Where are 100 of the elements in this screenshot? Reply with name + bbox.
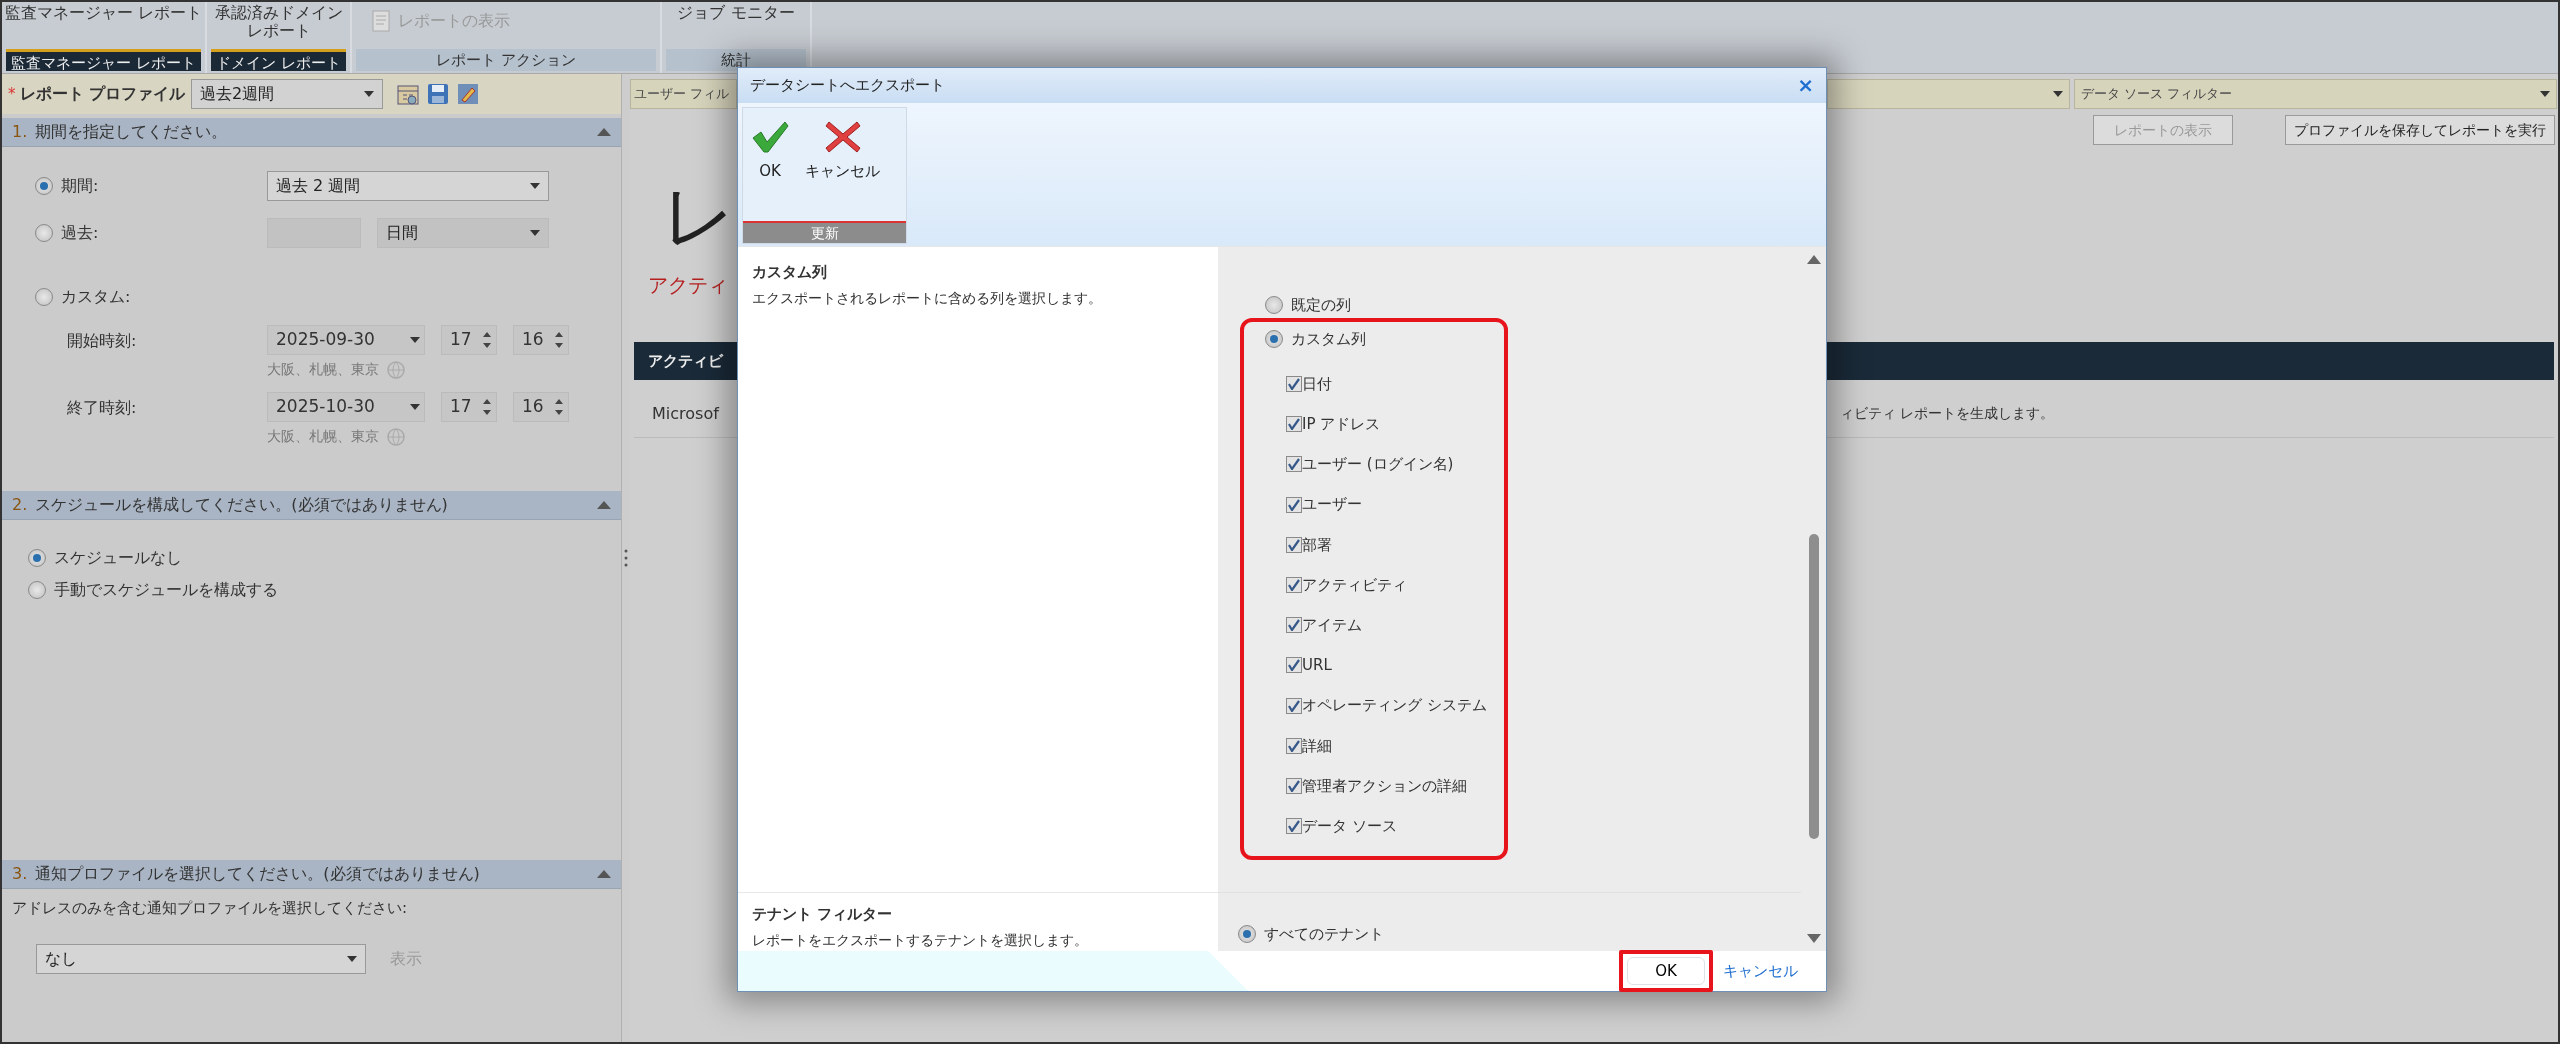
ribbon-group-label: 統計	[666, 49, 806, 71]
close-button[interactable]: ×	[1797, 70, 1814, 101]
date-picker[interactable]: 2025-09-30	[267, 325, 425, 355]
section-header[interactable]: 3. 通知プロファイルを選択してください。(必須ではありません)	[2, 860, 621, 889]
profile-select[interactable]: 過去2週間	[191, 79, 384, 109]
checkbox[interactable]	[1286, 818, 1302, 835]
radio-button[interactable]	[1238, 925, 1256, 944]
ribbon-button[interactable]: ジョブ モニター	[677, 4, 795, 23]
globe-icon	[385, 426, 407, 447]
radio-button[interactable]	[35, 224, 53, 242]
ribbon-group-label: 監査マネージャー レポート	[6, 49, 201, 71]
save-icon[interactable]	[427, 83, 450, 105]
ribbon-button[interactable]: 監査マネージャー レポート	[4, 4, 203, 23]
checkbox-label: 管理者アクションの詳細	[1302, 775, 1467, 797]
dialog-title: データシートへエクスポート	[750, 75, 945, 97]
section-number: 1.	[12, 121, 28, 143]
section-description: エクスポートされるレポートに含める列を選択します。	[752, 288, 1103, 308]
checkbox-label: 部署	[1302, 534, 1332, 556]
checkbox-label: アクティビティ	[1302, 574, 1407, 596]
toolbar-button[interactable]: OK	[743, 115, 797, 187]
radio-label: スケジュールなし	[54, 547, 182, 569]
radio-button[interactable]	[35, 177, 53, 195]
checkbox-label: オペレーティング システム	[1302, 695, 1487, 717]
section-header[interactable]: 2. スケジュールを構成してください。(必須ではありません)	[2, 491, 621, 520]
checkbox-label: データ ソース	[1302, 815, 1397, 837]
section-number: 2.	[12, 494, 28, 516]
section-title: 通知プロファイルを選択してください。(必須ではありません)	[35, 863, 481, 885]
radio-button[interactable]	[1265, 296, 1283, 314]
checkbox[interactable]	[1286, 617, 1302, 634]
time-label: 開始時刻:	[66, 330, 138, 352]
date-picker[interactable]: 2025-10-30	[267, 392, 425, 422]
checkbox-label: ユーザー	[1302, 494, 1362, 516]
radio-button[interactable]	[28, 549, 46, 567]
hour-field[interactable]: 17	[441, 392, 497, 422]
checkbox[interactable]	[1286, 496, 1302, 513]
checkmark-icon	[1288, 619, 1300, 632]
edit-icon[interactable]	[457, 83, 480, 105]
checkmark-icon	[1288, 699, 1300, 712]
minute-field[interactable]: 16	[513, 392, 569, 422]
checkmark-icon	[1288, 498, 1300, 511]
filter-field[interactable]: データ ソース フィルター	[2074, 78, 2557, 109]
checkbox-label: 日付	[1302, 373, 1332, 395]
checkbox[interactable]	[1286, 697, 1302, 714]
collapse-arrow-icon[interactable]	[597, 870, 611, 878]
radio-label: 手動でスケジュールを構成する	[54, 579, 278, 601]
section-title: カスタム列	[752, 262, 828, 283]
section-header[interactable]: 1. 期間を指定してください。	[2, 118, 621, 147]
collapse-arrow-icon[interactable]	[597, 128, 611, 136]
caret-icon	[530, 183, 540, 189]
radio-button[interactable]	[1265, 330, 1283, 348]
timezone-label: 大阪、札幌、東京	[267, 360, 379, 379]
filter-field[interactable]: ユーザー フィル	[630, 78, 737, 109]
checkbox[interactable]	[1286, 416, 1302, 433]
checkbox[interactable]	[1286, 456, 1302, 473]
action-button[interactable]: プロファイルを保存してレポートを実行	[2285, 115, 2555, 145]
section-title: テナント フィルター	[752, 904, 894, 925]
caret-icon	[347, 955, 357, 962]
checkbox[interactable]	[1286, 737, 1302, 754]
splitter-grip-icon[interactable]	[624, 548, 628, 568]
period-select[interactable]: 過去 2 週間	[267, 171, 549, 201]
unit-select[interactable]: 日間	[377, 218, 549, 248]
checkmark-icon	[1288, 739, 1300, 752]
checkbox-label: ユーザー (ログイン名)	[1302, 454, 1454, 476]
radio-button[interactable]	[28, 581, 46, 599]
description-text: ィビティ レポートを生成します。	[1840, 404, 2055, 423]
globe-icon	[385, 359, 407, 380]
checkbox[interactable]	[1286, 657, 1302, 674]
notification-select[interactable]: なし	[36, 943, 366, 974]
document-icon	[372, 10, 390, 32]
minute-field[interactable]: 16	[513, 325, 569, 355]
checkbox[interactable]	[1286, 376, 1302, 393]
scroll-down-icon[interactable]	[1806, 934, 1821, 943]
checkmark-icon	[1288, 378, 1300, 391]
caret-icon	[410, 337, 420, 343]
toolbar-group-label: 更新	[743, 220, 906, 243]
calendar-icon[interactable]	[397, 83, 420, 105]
scroll-up-icon[interactable]	[1806, 255, 1821, 264]
scrollbar-thumb[interactable]	[1808, 534, 1819, 839]
checkmark-icon	[1288, 579, 1300, 592]
ok-button[interactable]: OK	[1627, 957, 1705, 985]
radio-button[interactable]	[35, 288, 53, 306]
filter-field[interactable]	[1827, 78, 2070, 109]
collapse-arrow-icon[interactable]	[597, 501, 611, 509]
section-title: スケジュールを構成してください。(必須ではありません)	[35, 494, 449, 516]
ribbon-button[interactable]: 承認済みドメインレポート	[212, 4, 345, 41]
profile-label: レポート プロファイル	[19, 83, 186, 105]
hour-field[interactable]: 17	[441, 325, 497, 355]
checkbox-label: アイテム	[1302, 614, 1362, 636]
checkbox-label: 詳細	[1302, 735, 1332, 757]
checkmark-icon	[1288, 458, 1300, 471]
checkbox[interactable]	[1286, 577, 1302, 594]
checkbox[interactable]	[1286, 777, 1302, 794]
checkbox[interactable]	[1286, 536, 1302, 553]
cancel-link[interactable]: キャンセル	[1723, 959, 1798, 983]
description-text: Microsof	[652, 402, 721, 425]
required-mark: *	[8, 83, 16, 105]
checkbox-label: URL	[1302, 655, 1332, 677]
checkmark-icon	[1288, 538, 1300, 551]
toolbar-button[interactable]: キャンセル	[797, 115, 888, 187]
checkmark-icon	[1288, 779, 1300, 792]
